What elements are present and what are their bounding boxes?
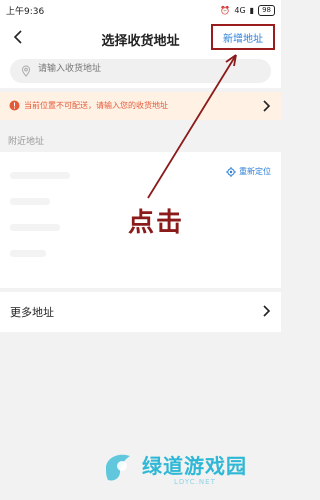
title-bar: 选择收货地址 新增地址 xyxy=(0,20,281,56)
alarm-icon: ⏰ xyxy=(220,5,231,15)
list-item[interactable] xyxy=(10,172,70,179)
relocate-label: 重新定位 xyxy=(239,167,271,176)
warning-icon xyxy=(9,100,20,111)
list-item[interactable] xyxy=(10,224,60,231)
status-indicators: ⏰ 4G ▮ 98 xyxy=(220,4,275,16)
network-label: 4G xyxy=(234,5,246,15)
watermark-logo xyxy=(106,454,130,481)
search-box[interactable] xyxy=(10,59,271,83)
chevron-right-icon xyxy=(263,305,271,317)
watermark-brand: 绿道游戏园 xyxy=(142,454,247,478)
delivery-warning-banner[interactable]: 当前位置不可配送，请输入您的收货地址 xyxy=(0,92,281,120)
status-time: 上午9:36 xyxy=(6,6,45,17)
warning-text: 当前位置不可配送，请输入您的收货地址 xyxy=(24,101,168,110)
chevron-right-icon xyxy=(263,100,271,112)
list-item[interactable] xyxy=(10,198,50,205)
relocate-button[interactable]: 重新定位 xyxy=(226,166,271,177)
search-input[interactable] xyxy=(36,63,240,75)
locate-icon xyxy=(226,166,236,177)
watermark-site: LDYC.NET xyxy=(174,478,216,486)
status-bar: 上午9:36 ⏰ 4G ▮ 98 xyxy=(0,0,281,20)
signal-icon: ▮ xyxy=(249,5,255,15)
more-addresses-label: 更多地址 xyxy=(10,306,54,319)
search-bar xyxy=(0,56,281,88)
more-addresses-row[interactable]: 更多地址 xyxy=(0,292,281,332)
nearby-section-label: 附近地址 xyxy=(8,137,45,147)
battery-level: 98 xyxy=(258,4,275,16)
click-annotation: 点击 xyxy=(128,208,185,238)
new-address-button[interactable]: 新增地址 xyxy=(211,24,275,50)
watermark: 绿道游戏园 LDYC.NET xyxy=(100,448,270,492)
location-pin-icon xyxy=(21,65,31,77)
list-item[interactable] xyxy=(10,250,46,257)
